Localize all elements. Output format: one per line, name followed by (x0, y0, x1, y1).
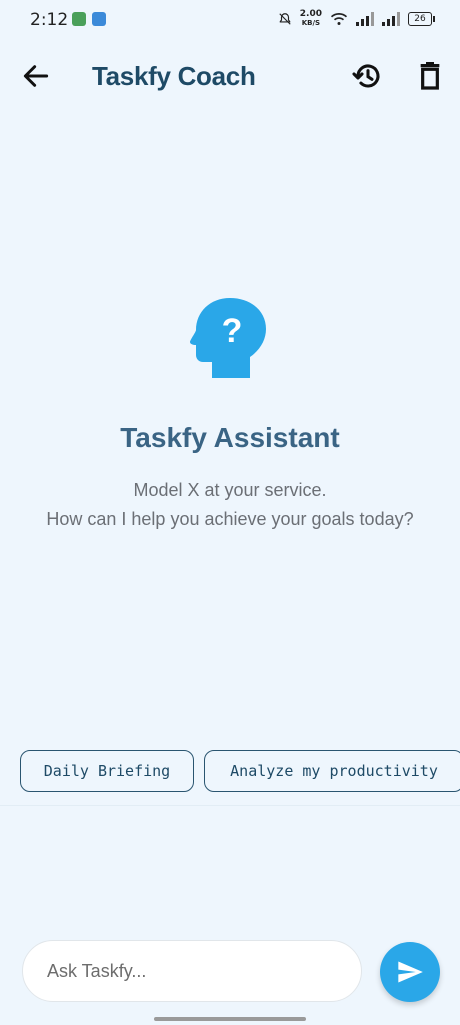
send-icon (398, 961, 423, 983)
mute-bell-icon (279, 13, 291, 25)
page-title: Taskfy Coach (92, 61, 256, 91)
subtitle-line-1: Model X at your service. (133, 480, 327, 500)
battery-indicator: 26 (408, 12, 435, 26)
app-notification-icon (72, 12, 86, 26)
home-indicator (154, 1017, 306, 1021)
signal-icon (356, 12, 374, 26)
send-button[interactable] (380, 942, 440, 1002)
arrow-left-icon (23, 65, 49, 87)
head-question-icon: ? (190, 298, 266, 378)
suggestion-chips: Daily Briefing Analyze my productivity (20, 750, 460, 792)
history-button[interactable] (352, 60, 384, 92)
status-right: 2.00 KB/S 26 (278, 10, 435, 28)
assistant-subtitle: Model X at your service. How can I help … (40, 476, 420, 534)
telegram-notification-icon (92, 12, 106, 26)
subtitle-line-2: How can I help you achieve your goals to… (46, 509, 414, 529)
chat-input[interactable]: Ask Taskfy... (22, 940, 362, 1002)
net-speed-unit: KB/S (301, 19, 321, 27)
svg-text:?: ? (222, 312, 243, 350)
wifi-icon (330, 13, 348, 25)
net-speed: 2.00 KB/S (300, 10, 322, 28)
signal-icon-2 (382, 12, 400, 26)
analyze-productivity-chip[interactable]: Analyze my productivity (204, 750, 460, 792)
notification-icons (72, 12, 106, 26)
net-speed-value: 2.00 (299, 9, 322, 19)
daily-briefing-chip[interactable]: Daily Briefing (20, 750, 194, 792)
assistant-title: Taskfy Assistant (120, 422, 340, 453)
trash-icon (420, 62, 440, 90)
status-time: 2:12 (30, 10, 69, 30)
app-bar: Taskfy Coach (0, 48, 460, 108)
assistant-hero: ? Taskfy Assistant Model X at your servi… (0, 290, 460, 534)
delete-button[interactable] (414, 60, 446, 92)
history-icon (352, 64, 380, 88)
status-bar: 2:12 2.00 KB/S 26 (0, 0, 460, 40)
back-button[interactable] (20, 60, 52, 92)
